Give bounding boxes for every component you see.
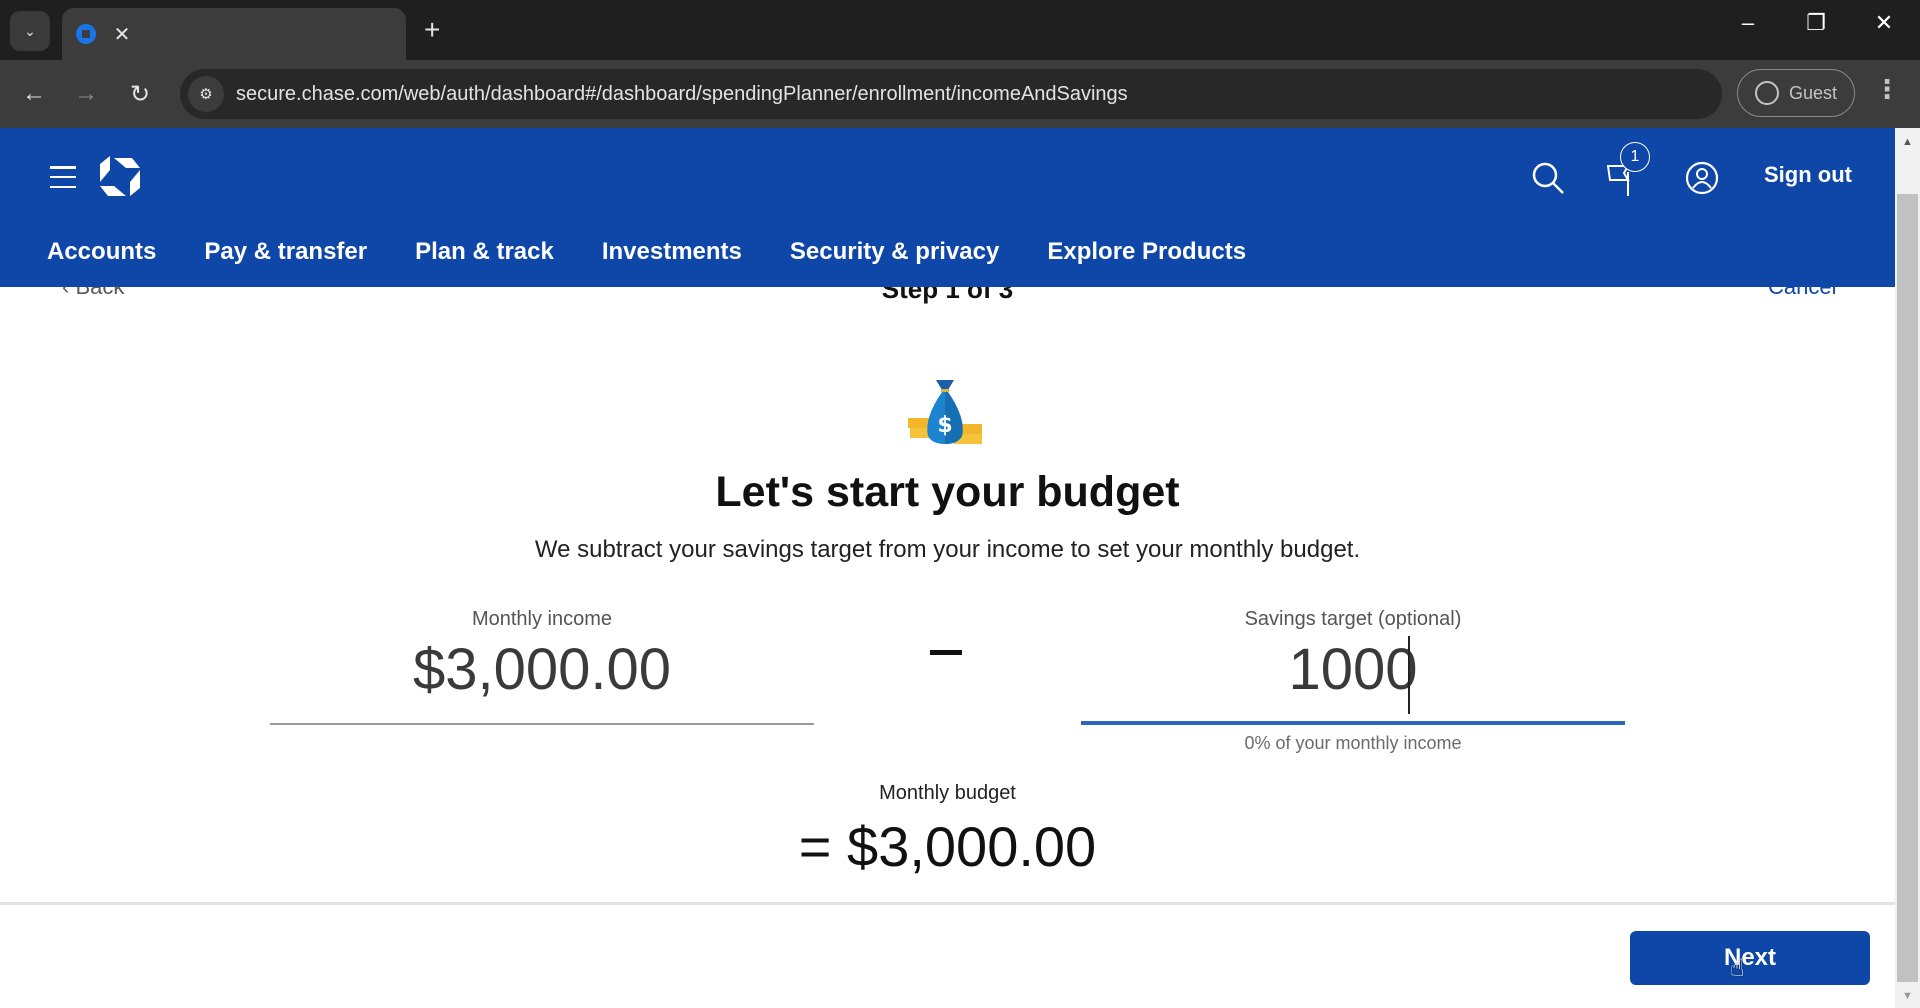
scrollbar-thumb[interactable] xyxy=(1897,194,1918,982)
footer-bar: Next xyxy=(0,902,1895,1008)
profile-label: Guest xyxy=(1788,82,1838,103)
monthly-income-input[interactable]: $3,000.00 xyxy=(270,636,814,703)
monthly-income-label: Monthly income xyxy=(471,608,613,630)
window-close-icon[interactable]: ✕ xyxy=(1864,10,1904,36)
chase-logo-icon[interactable] xyxy=(100,156,140,196)
site-info-tune-icon[interactable]: ⚙ xyxy=(188,76,224,112)
sign-out-link[interactable]: Sign out xyxy=(1764,162,1852,188)
nav-security-privacy[interactable]: Security & privacy xyxy=(790,238,999,266)
profile-guest-button[interactable]: Guest xyxy=(1737,69,1855,117)
page-viewport: 1 Sign out Accounts Pay & transfer Plan … xyxy=(0,128,1895,1008)
savings-target-underline xyxy=(1081,721,1625,725)
page-title: Let's start your budget xyxy=(715,468,1180,516)
search-icon[interactable] xyxy=(1528,158,1568,198)
scroll-down-arrow-icon[interactable]: ▼ xyxy=(1895,986,1920,1006)
page-subtitle: We subtract your savings target from you… xyxy=(534,536,1361,563)
hand-pointer-cursor-icon: ☝ xyxy=(1730,955,1745,982)
restore-icon[interactable]: ❐ xyxy=(1796,10,1836,36)
chase-header: 1 Sign out Accounts Pay & transfer Plan … xyxy=(0,128,1895,287)
savings-helper-text: 0% of your monthly income xyxy=(1244,733,1462,753)
scroll-up-arrow-icon[interactable]: ▲ xyxy=(1895,132,1920,152)
tab-search-button[interactable]: ⌄ xyxy=(10,11,50,51)
profile-avatar-icon xyxy=(1754,81,1779,105)
browser-menu-kebab-icon[interactable]: ⋮ xyxy=(1872,74,1902,105)
monthly-budget-value: = $3,000.00 xyxy=(798,815,1097,878)
nav-accounts[interactable]: Accounts xyxy=(47,238,156,266)
next-button[interactable]: Next xyxy=(1630,931,1870,985)
browser-tab-active[interactable]: Spending Planner - chase.com ✕ xyxy=(62,8,1141,368)
main-navigation: Accounts Pay & transfer Plan & track Inv… xyxy=(47,238,1246,266)
browser-tab-strip: ⌄ Spending Planner - chase.com ✕ + – ❐ ✕ xyxy=(0,0,1920,368)
page-scrollbar[interactable]: ▲ ▼ xyxy=(1895,128,1920,1008)
text-caret xyxy=(1408,636,1410,714)
savings-target-input[interactable]: 1000 xyxy=(1081,636,1625,703)
new-tab-plus-icon[interactable]: + xyxy=(424,14,440,46)
browser-toolbar: ← → ↻ ⚙ secure.chase.com/web/auth/dashbo… xyxy=(0,60,1920,128)
address-bar[interactable]: ⚙ secure.chase.com/web/auth/dashboard#/d… xyxy=(180,69,1722,119)
nav-explore-products[interactable]: Explore Products xyxy=(1047,238,1246,266)
profile-icon[interactable] xyxy=(1682,158,1722,198)
notification-count-badge: 1 xyxy=(1620,142,1650,172)
money-bag-icon: $ xyxy=(908,380,982,444)
forward-arrow-icon[interactable]: → xyxy=(66,74,106,114)
chevron-down-icon: ⌄ xyxy=(24,22,36,39)
chase-favicon-icon xyxy=(76,24,96,44)
hamburger-menu-icon[interactable] xyxy=(50,166,76,188)
nav-investments[interactable]: Investments xyxy=(602,238,742,266)
monthly-budget-label: Monthly budget xyxy=(879,782,1016,804)
nav-plan-track[interactable]: Plan & track xyxy=(415,238,554,266)
minimize-icon[interactable]: – xyxy=(1728,10,1768,36)
back-arrow-icon[interactable]: ← xyxy=(14,74,54,114)
reload-icon[interactable]: ↻ xyxy=(120,74,160,114)
monthly-income-underline xyxy=(270,723,814,725)
svg-text:$: $ xyxy=(937,413,952,438)
savings-target-label: Savings target (optional) xyxy=(1244,608,1462,630)
nav-pay-transfer[interactable]: Pay & transfer xyxy=(204,238,367,266)
url-text[interactable]: secure.chase.com/web/auth/dashboard#/das… xyxy=(236,83,1128,106)
tab-close-icon[interactable]: ✕ xyxy=(110,22,134,47)
minus-operator xyxy=(930,650,962,655)
